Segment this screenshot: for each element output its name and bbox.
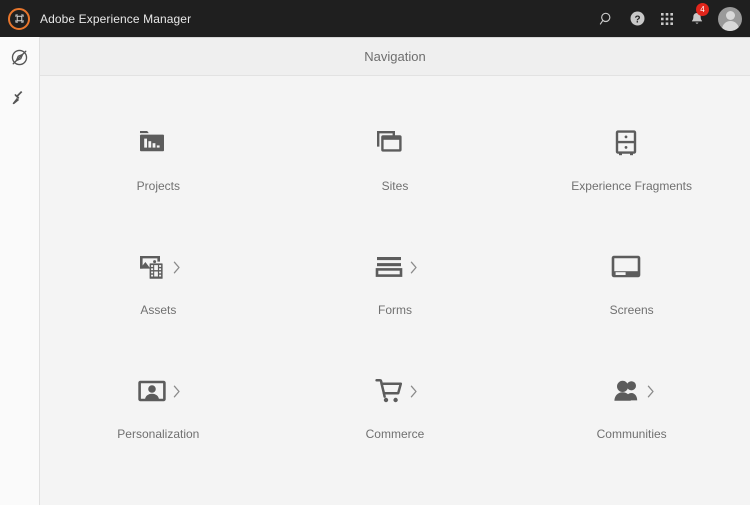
chevron-right-icon[interactable] (647, 385, 655, 398)
content-area: Navigation Projects Sites Experience Fra… (40, 37, 750, 505)
chevron-right-icon[interactable] (173, 385, 181, 398)
assets-image-film-icon (140, 256, 163, 279)
notifications-bell-icon[interactable]: 4 (682, 0, 712, 37)
sites-windows-icon (376, 131, 402, 152)
tile-icon-row (609, 120, 655, 166)
svg-text:?: ? (634, 14, 640, 25)
tile-label: Personalization (117, 427, 200, 441)
nav-tile-commerce[interactable]: Commerce (277, 368, 514, 492)
nav-tile-communities[interactable]: Communities (513, 368, 750, 492)
avatar-body (721, 20, 739, 31)
tile-icon-row (372, 244, 418, 290)
nav-tile-personalization[interactable]: Personalization (40, 368, 277, 492)
tile-icon-row (135, 244, 181, 290)
top-bar-actions: ? 4 (592, 0, 750, 37)
nav-tile-assets[interactable]: Assets (40, 244, 277, 368)
nav-tile-projects[interactable]: Projects (40, 120, 277, 244)
nav-tile-experience-fragments[interactable]: Experience Fragments (513, 120, 750, 244)
avatar-head (725, 10, 735, 20)
screens-monitor-icon (611, 255, 640, 278)
chevron-right-icon[interactable] (173, 261, 181, 274)
page-title: Navigation (364, 49, 426, 64)
chevron-right-icon[interactable] (410, 261, 418, 274)
communities-people-icon (614, 380, 637, 401)
aem-logo-icon[interactable] (8, 7, 30, 30)
tile-label: Projects (136, 179, 180, 193)
help-icon[interactable]: ? (622, 0, 652, 37)
top-bar: Adobe Experience Manager ? 4 (0, 0, 750, 37)
user-avatar[interactable] (718, 6, 742, 31)
tools-hammer-icon[interactable] (0, 77, 39, 117)
personalization-portrait-icon (138, 380, 167, 402)
tile-label: Forms (377, 303, 412, 317)
brand-area[interactable]: Adobe Experience Manager (0, 7, 192, 30)
tile-icon-row (372, 120, 418, 166)
forms-lines-icon (375, 257, 403, 277)
projects-folder-chart-icon (140, 131, 165, 152)
navigation-tile-grid: Projects Sites Experience Fragments Asse… (40, 76, 750, 492)
nav-tile-forms[interactable]: Forms (277, 244, 514, 368)
tile-label: Sites (381, 179, 409, 193)
tile-label: Communities (596, 427, 667, 441)
experience-fragments-cabinet-icon (615, 130, 636, 156)
tile-icon-row (609, 368, 655, 414)
nav-tile-screens[interactable]: Screens (513, 244, 750, 368)
tile-label: Commerce (365, 427, 425, 441)
aem-navigation-page: Adobe Experience Manager ? 4 Navigation … (0, 0, 750, 505)
tile-icon-row (135, 120, 181, 166)
navigation-compass-icon[interactable] (0, 37, 39, 77)
tile-icon-row (135, 368, 181, 414)
tile-label: Screens (609, 303, 654, 317)
tile-label: Experience Fragments (571, 179, 693, 193)
app-title: Adobe Experience Manager (40, 11, 192, 26)
solutions-grid-icon[interactable] (652, 0, 682, 37)
left-rail (0, 37, 40, 505)
navigation-header: Navigation (40, 38, 750, 76)
nav-tile-sites[interactable]: Sites (277, 120, 514, 244)
search-icon[interactable] (592, 0, 622, 37)
tile-label: Assets (140, 303, 177, 317)
tile-icon-row (372, 368, 418, 414)
commerce-cart-icon (375, 378, 403, 403)
tile-icon-row (609, 244, 655, 290)
notification-badge: 4 (696, 3, 709, 16)
chevron-right-icon[interactable] (410, 385, 418, 398)
